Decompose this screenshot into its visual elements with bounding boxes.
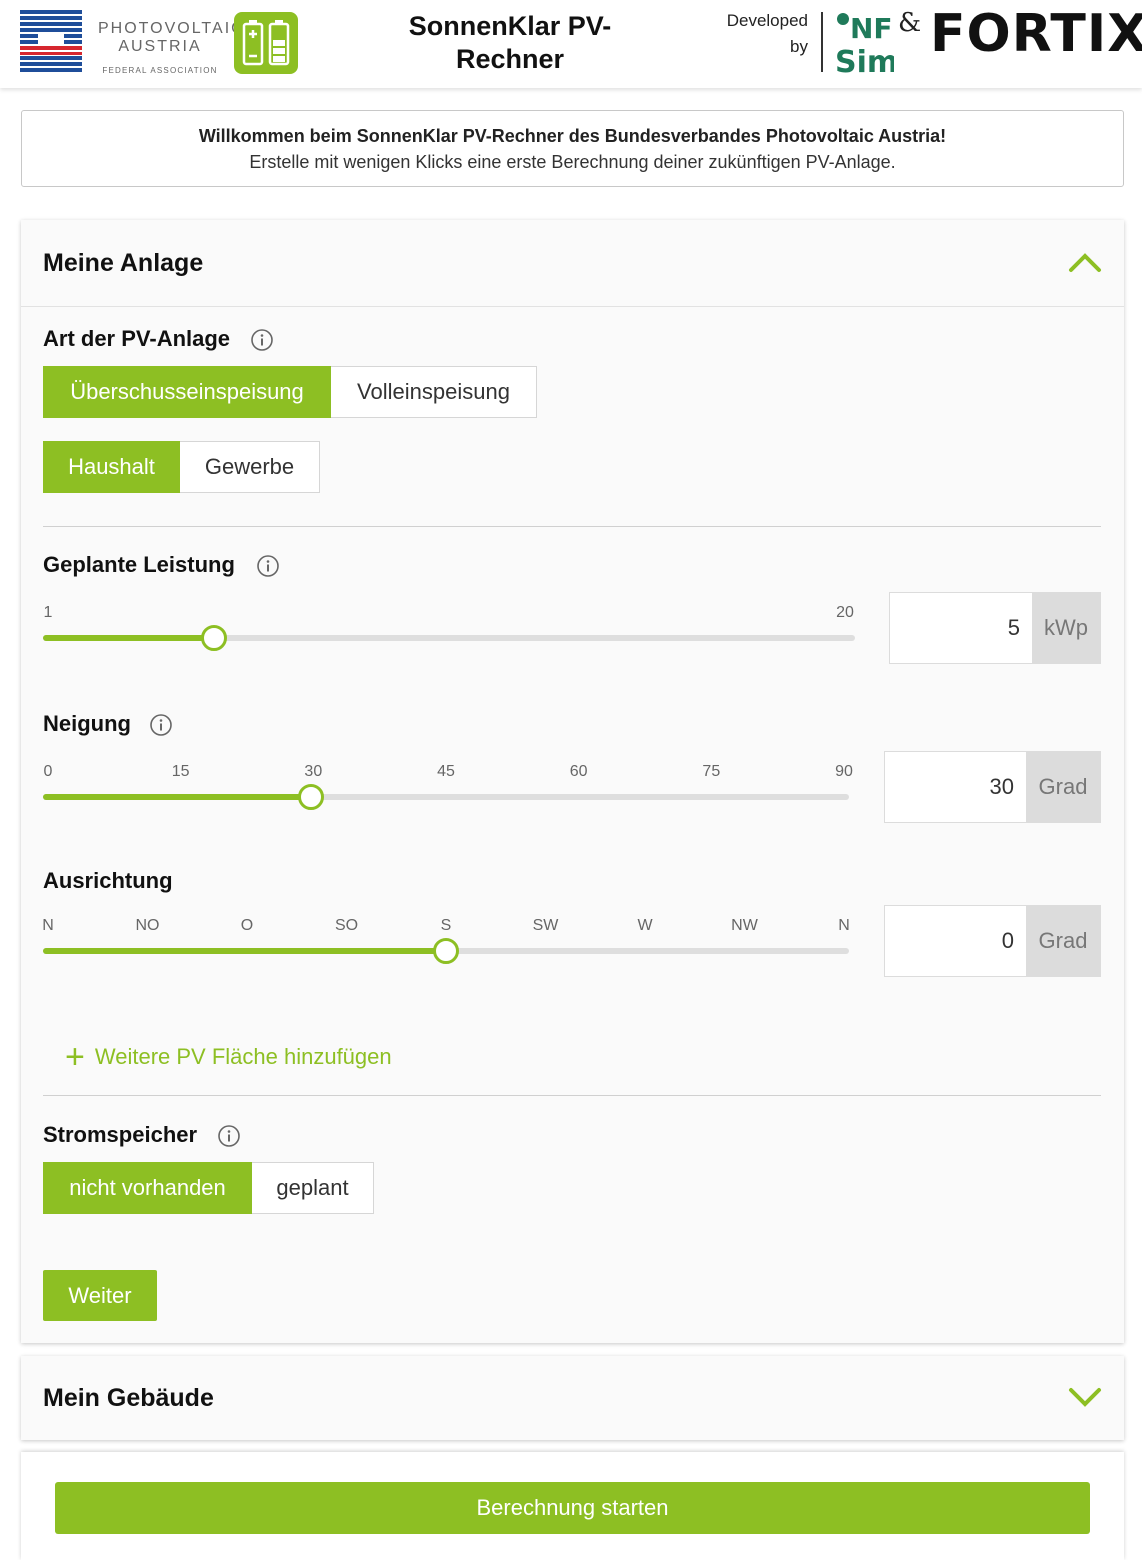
section-divider: [43, 526, 1101, 527]
gebaeude-card[interactable]: Mein Gebäude: [21, 1356, 1124, 1440]
bottom-action-panel: Berechnung starten: [21, 1452, 1124, 1560]
neigung-value-input[interactable]: 30: [885, 752, 1026, 822]
onf-logo-top-text: NF: [850, 12, 893, 45]
info-icon[interactable]: [256, 554, 280, 578]
slider-track[interactable]: [43, 784, 849, 810]
slider-fill: [43, 794, 311, 800]
option-volleinspeisung[interactable]: Volleinspeisung: [331, 366, 537, 418]
gebaeude-card-title: Mein Gebäude: [43, 1384, 214, 1412]
art-label: Art der PV-Anlage: [43, 326, 231, 351]
section-divider: [43, 1095, 1101, 1096]
art-segmented-control: Überschusseinspeisung Volleinspeisung: [43, 366, 537, 418]
info-icon[interactable]: [149, 713, 173, 737]
battery-logo-icon: [234, 12, 298, 74]
by-label: by: [790, 37, 808, 56]
neigung-label: Neigung: [43, 711, 131, 736]
slider-thumb[interactable]: [201, 625, 227, 651]
leistung-unit: kWp: [1032, 593, 1100, 663]
slider-tick-label: 15: [171, 763, 190, 780]
slider-tick-label: 60: [569, 763, 588, 780]
slider-fill: [43, 948, 446, 954]
slider-tick-label: W: [637, 917, 653, 934]
speicher-segmented-control: nicht vorhanden geplant: [43, 1162, 374, 1214]
pva-wordmark-line1: PHOTOVOLTAIC: [98, 20, 245, 37]
add-pv-area-link[interactable]: + Weitere PV Fläche hinzufügen: [65, 1038, 392, 1076]
slider-tick-label: S: [440, 917, 452, 934]
anlage-card-title: Meine Anlage: [43, 249, 204, 277]
anlage-card: Meine Anlage Art der PV-Anlage Überschus…: [21, 220, 1124, 1343]
pva-wordmark-line3: FEDERAL ASSOCIATION: [102, 66, 218, 75]
slider-tick-label: N: [42, 917, 54, 934]
berechnung-starten-button[interactable]: Berechnung starten: [55, 1482, 1090, 1534]
chevron-up-icon[interactable]: [1068, 250, 1102, 274]
speicher-label: Stromspeicher: [43, 1122, 198, 1147]
ausrichtung-value-input[interactable]: 0: [885, 906, 1026, 976]
ausrichtung-unit: Grad: [1026, 906, 1100, 976]
slider-tick-label: 0: [43, 763, 53, 780]
ampersand: &: [898, 8, 922, 38]
slider-tick-label: 30: [304, 763, 323, 780]
add-pv-area-label: Weitere PV Fläche hinzufügen: [94, 1044, 392, 1069]
slider-track[interactable]: [43, 938, 849, 964]
weiter-button[interactable]: Weiter: [43, 1270, 157, 1321]
slider-max-label: 20: [836, 604, 854, 621]
neigung-value-box: 30 Grad: [884, 751, 1101, 823]
slider-thumb[interactable]: [298, 784, 324, 810]
typ-segmented-control: Haushalt Gewerbe: [43, 441, 320, 493]
pva-wordmark-line2: AUSTRIA: [118, 38, 202, 55]
ausrichtung-slider[interactable]: N NW W SW S SO O NO N: [42, 917, 850, 967]
option-gewerbe[interactable]: Gewerbe: [180, 441, 320, 493]
slider-thumb[interactable]: [433, 938, 459, 964]
slider-min-label: 1: [43, 604, 53, 621]
welcome-subtitle: Erstelle mit wenigen Klicks eine erste B…: [249, 152, 896, 172]
leistung-value-box: 5 kWp: [889, 592, 1101, 664]
chevron-down-icon[interactable]: [1068, 1386, 1102, 1410]
anlage-card-header[interactable]: Meine Anlage: [21, 220, 1124, 307]
slider-tick-label: SW: [532, 917, 559, 934]
photovoltaic-austria-flag-logo: [20, 10, 82, 72]
slider-tick-label: SO: [334, 917, 359, 934]
onf-sim-logo: NF Sim: [835, 12, 894, 76]
option-nicht-vorhanden[interactable]: nicht vorhanden: [43, 1162, 252, 1214]
app-title: SonnenKlar PV-Rechner: [408, 11, 612, 74]
slider-tick-label: O: [240, 917, 254, 934]
photovoltaic-austria-wordmark: PHOTOVOLTAIC AUSTRIA FEDERAL ASSOCIATION: [98, 20, 245, 75]
slider-tick-label: NW: [731, 917, 758, 934]
slider-tick-label: NO: [135, 917, 160, 934]
fortix-logo: FORTIX: [930, 4, 1142, 64]
plus-icon: +: [65, 1038, 85, 1076]
app-header: PHOTOVOLTAIC AUSTRIA FEDERAL ASSOCIATION…: [0, 0, 1142, 88]
onf-logo-bottom-text: Sim: [835, 45, 894, 76]
developed-by-text: Developed by: [712, 8, 808, 60]
leistung-value-input[interactable]: 5: [890, 593, 1032, 663]
welcome-banner: Willkommen beim SonnenKlar PV-Rechner de…: [21, 110, 1124, 187]
slider-tick-label: 90: [835, 763, 853, 780]
option-geplant[interactable]: geplant: [252, 1162, 374, 1214]
header-divider: [821, 12, 823, 72]
slider-track[interactable]: [43, 625, 855, 651]
info-icon[interactable]: [250, 328, 274, 352]
ausrichtung-label: Ausrichtung: [43, 868, 173, 893]
slider-tick-label: 75: [702, 763, 721, 780]
option-haushalt[interactable]: Haushalt: [43, 441, 180, 493]
slider-fill: [43, 635, 214, 641]
leistung-slider[interactable]: 1 20: [43, 604, 855, 654]
option-ueberschusseinspeisung[interactable]: Überschusseinspeisung: [43, 366, 331, 418]
neigung-unit: Grad: [1026, 752, 1100, 822]
ausrichtung-value-box: 0 Grad: [884, 905, 1101, 977]
info-icon[interactable]: [217, 1124, 241, 1148]
slider-tick-label: N: [838, 917, 850, 934]
slider-tick-label: 45: [437, 763, 455, 780]
developed-label: Developed: [726, 11, 808, 30]
welcome-title: Willkommen beim SonnenKlar PV-Rechner de…: [198, 126, 947, 146]
neigung-slider[interactable]: 90 75 60 45 30 15 0: [43, 763, 853, 813]
leistung-label: Geplante Leistung: [43, 552, 235, 577]
